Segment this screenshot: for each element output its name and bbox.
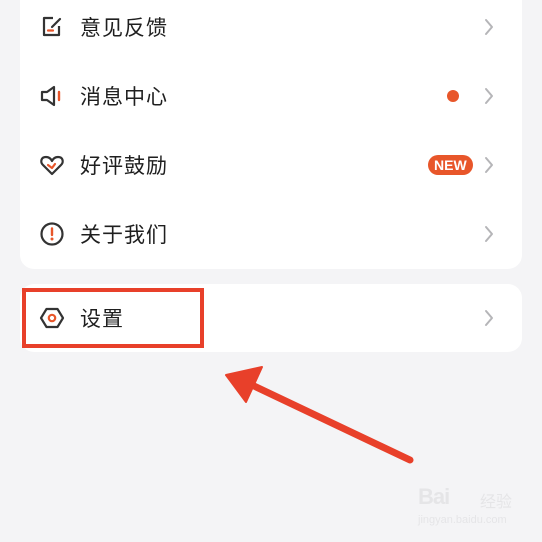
annotation-arrow-icon [225,366,414,464]
watermark-url: jingyan.baidu.com [418,514,507,526]
watermark-brand-suffix: 经验 [480,492,513,511]
watermark-brand: Bai [418,484,450,509]
baidu-jingyan-watermark: Bai 经验 jingyan.baidu.com [418,482,522,534]
